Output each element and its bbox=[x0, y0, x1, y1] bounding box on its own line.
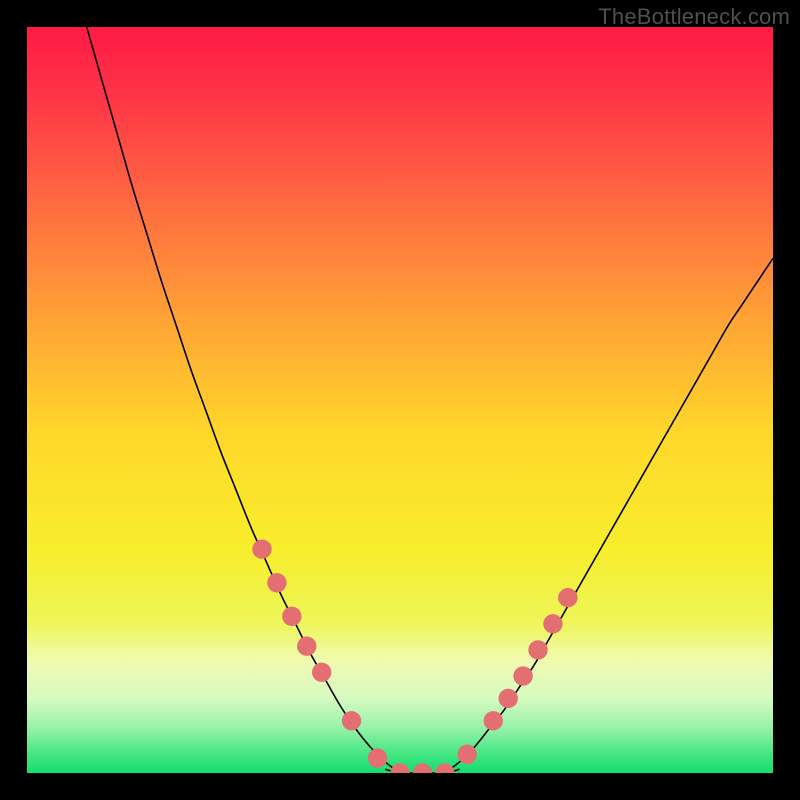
chart-frame: TheBottleneck.com bbox=[0, 0, 800, 800]
marker-right bbox=[528, 640, 547, 659]
marker-right bbox=[513, 666, 532, 685]
marker-left bbox=[282, 607, 301, 626]
marker-left bbox=[312, 663, 331, 682]
plot-area bbox=[27, 27, 773, 773]
marker-left bbox=[252, 540, 271, 559]
marker-right bbox=[484, 711, 503, 730]
marker-left bbox=[342, 711, 361, 730]
gradient-background bbox=[27, 27, 773, 773]
marker-right bbox=[558, 588, 577, 607]
marker-left bbox=[457, 745, 476, 764]
chart-svg bbox=[27, 27, 773, 773]
marker-right bbox=[543, 614, 562, 633]
marker-left bbox=[297, 636, 316, 655]
marker-right bbox=[498, 689, 517, 708]
marker-left bbox=[267, 573, 286, 592]
marker-left bbox=[368, 748, 387, 767]
